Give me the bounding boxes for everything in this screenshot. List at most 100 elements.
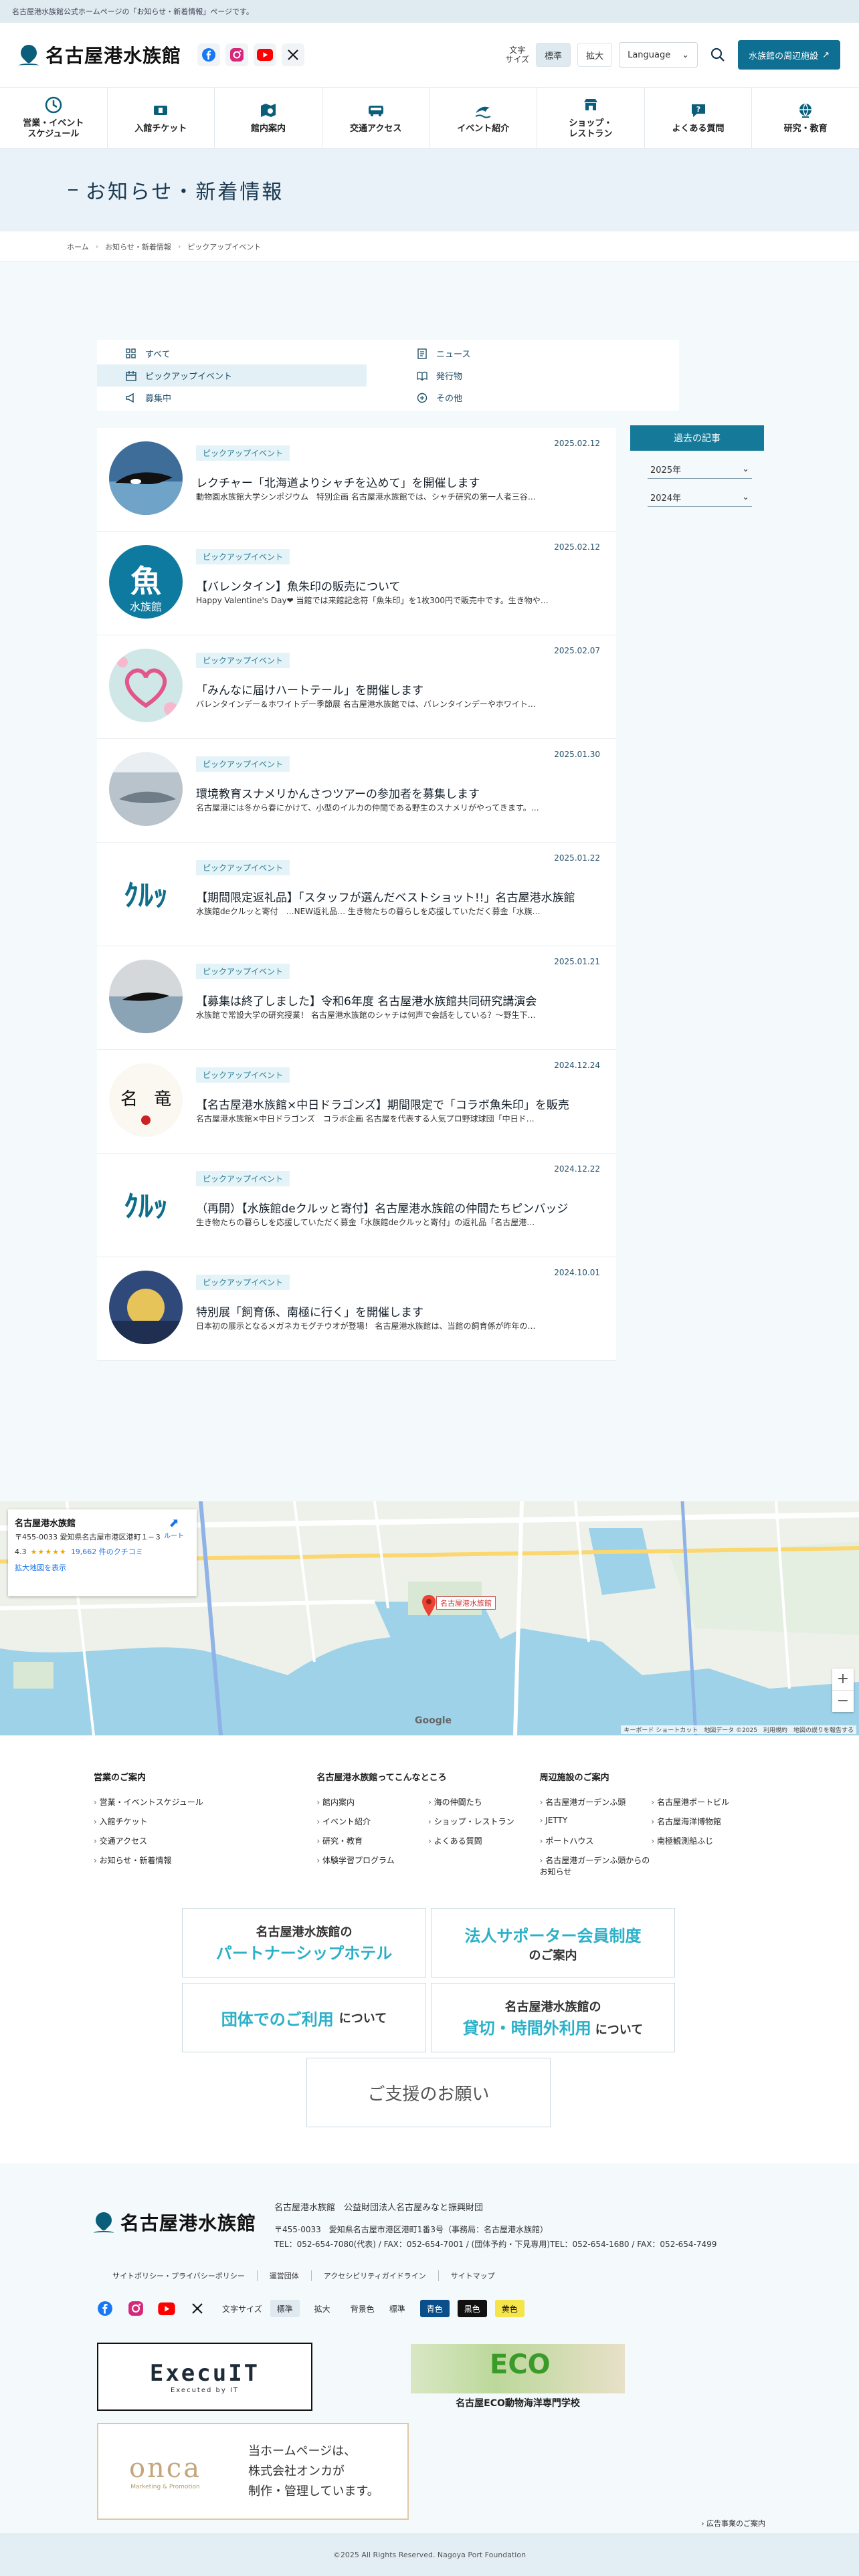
news-title[interactable]: 【名古屋港水族館×中日ドラゴンズ】期間限定で「コラボ魚朱印」を販売	[196, 1095, 600, 1112]
map-route-button[interactable]: ⬈ ルート	[161, 1516, 187, 1540]
font-large-button[interactable]: 拡大	[577, 43, 613, 67]
news-thumbnail[interactable]: 名竜	[109, 1063, 183, 1137]
zoom-in-button[interactable]: +	[832, 1669, 854, 1690]
gnav-item-shop[interactable]: ショップ・ レストラン	[537, 88, 645, 148]
news-thumbnail[interactable]	[109, 649, 183, 722]
font-standard-button[interactable]: 標準	[536, 43, 571, 67]
footer-link[interactable]: 研究・教育	[316, 1835, 428, 1846]
map-pin-icon[interactable]	[421, 1595, 436, 1619]
footer-link[interactable]: 体験学習プログラム	[316, 1854, 428, 1866]
site-logo[interactable]: 名古屋港水族館	[17, 41, 181, 68]
footer-link[interactable]: 名古屋港ガーデンふ頭	[540, 1796, 652, 1808]
footer-link[interactable]: よくある質問	[428, 1835, 540, 1846]
youtube-icon[interactable]	[155, 2297, 178, 2320]
gnav-item-research[interactable]: 研究・教育	[752, 88, 859, 148]
banner-group-use[interactable]: 団体でのご利用 について	[182, 1983, 426, 2052]
filter-all[interactable]: すべて	[97, 342, 388, 364]
news-thumbnail[interactable]	[109, 752, 183, 826]
operator-link[interactable]: 運営団体	[256, 2270, 311, 2281]
bg-black-button[interactable]: 黒色	[457, 2300, 487, 2317]
filter-pickup-event[interactable]: ピックアップイベント	[97, 364, 367, 387]
footer-link[interactable]: 海の仲間たち	[428, 1796, 540, 1808]
filter-other[interactable]: その他	[388, 387, 679, 409]
instagram-icon[interactable]	[124, 2297, 147, 2320]
sitemap-link[interactable]: サイトマップ	[438, 2270, 507, 2281]
news-title[interactable]: （再開）【水族館deクルッと寄付】名古屋港水族館の仲間たちピンバッジ	[196, 1199, 600, 1216]
map-enlarge-link[interactable]: 拡大地図を表示	[15, 1562, 190, 1573]
youtube-icon[interactable]	[254, 43, 277, 66]
search-button[interactable]	[704, 41, 731, 68]
news-card[interactable]: ｸﾙｯ ピックアップイベント 2025.01.22 【期間限定返礼品】「スタッフが選ん…	[97, 843, 616, 946]
privacy-policy-link[interactable]: サイトポリシー・プライバシーポリシー	[94, 2270, 257, 2281]
onca-credit[interactable]: onca Marketing & Promotion 当ホームページは、 株式会…	[97, 2423, 409, 2520]
footer-link[interactable]: 名古屋港ポートビル	[651, 1796, 763, 1808]
footer-link[interactable]: 名古屋海洋博物館	[651, 1816, 763, 1827]
news-card[interactable]: ｸﾙｯ ピックアップイベント 2024.12.22 （再開）【水族館deクルッと寄付】…	[97, 1154, 616, 1257]
filter-publications[interactable]: 発行物	[388, 364, 679, 387]
news-card[interactable]: ピックアップイベント 2025.02.07 「みんなに届けハートテール」を開催します…	[97, 635, 616, 739]
map-reviews-link[interactable]: 19,662 件のクチコミ	[71, 1546, 143, 1557]
footer-link[interactable]: ショップ・レストラン	[428, 1816, 540, 1827]
news-title[interactable]: 「みんなに届けハートテール」を開催します	[196, 681, 600, 697]
news-thumbnail[interactable]	[109, 960, 183, 1033]
map-embed[interactable]: 名古屋港水族館 〒455-0033 愛知県名古屋市港区港町１−３ 4.3 ★★★…	[0, 1501, 859, 1735]
footer-link[interactable]: 交通アクセス	[94, 1835, 316, 1846]
news-card[interactable]: 名竜ピックアップイベント 2024.12.24 【名古屋港水族館×中日ドラゴンズ】期…	[97, 1050, 616, 1154]
footer-logo[interactable]: 名古屋港水族館	[92, 2209, 256, 2236]
news-title[interactable]: 環境教育スナメリかんさつツアーの参加者を募集します	[196, 784, 600, 801]
gnav-item-access[interactable]: 交通アクセス	[322, 88, 430, 148]
x-icon[interactable]	[282, 43, 305, 66]
footer-link[interactable]: 館内案内	[316, 1796, 428, 1808]
bg-blue-button[interactable]: 青色	[419, 2300, 450, 2317]
gnav-item-ticket[interactable]: 入館チケット	[108, 88, 215, 148]
footer-link[interactable]: JETTY	[540, 1816, 652, 1827]
news-card[interactable]: ピックアップイベント 2025.01.30 環境教育スナメリかんさつツアーの参加者を…	[97, 739, 616, 843]
news-title[interactable]: レクチャー「北海道よりシャチを込めて」を開催します	[196, 473, 600, 490]
archive-year-2024[interactable]: 2024年 ⌄	[648, 488, 752, 507]
news-card[interactable]: 魚水族館 ピックアップイベント 2025.02.12 【バレンタイン】魚朱印の販売につ…	[97, 532, 616, 635]
x-icon[interactable]	[186, 2297, 209, 2320]
facebook-icon[interactable]	[94, 2297, 116, 2320]
footer-font-large-button[interactable]: 拡大	[308, 2300, 337, 2317]
bg-standard-button[interactable]: 標準	[383, 2300, 412, 2317]
ad-execuit[interactable]: ExecuIT Executed by IT	[97, 2343, 312, 2411]
archive-year-2025[interactable]: 2025年 ⌄	[648, 460, 752, 479]
news-card[interactable]: ピックアップイベント 2024.10.01 特別展「飼育係、南極に行く」を開催します…	[97, 1257, 616, 1361]
news-thumbnail[interactable]: 魚水族館	[109, 545, 183, 619]
footer-link[interactable]: 名古屋港ガーデンふ頭からのお知らせ	[540, 1854, 652, 1877]
news-thumbnail[interactable]	[109, 441, 183, 515]
gnav-item-faq[interactable]: ? よくある質問	[645, 88, 753, 148]
zoom-out-button[interactable]: −	[832, 1690, 854, 1712]
news-card[interactable]: ピックアップイベント 2025.02.12 レクチャー「北海道よりシャチを込めて」を…	[97, 428, 616, 532]
gnav-item-event[interactable]: イベント紹介	[430, 88, 538, 148]
nearby-facilities-button[interactable]: 水族館の周辺施設 ↗	[738, 40, 840, 70]
footer-font-standard-button[interactable]: 標準	[270, 2300, 300, 2317]
banner-partnership-hotel[interactable]: 名古屋港水族館の パートナーシップホテル	[182, 1908, 426, 1977]
news-thumbnail[interactable]: ｸﾙｯ	[109, 1167, 183, 1241]
breadcrumb-home[interactable]: ホーム	[67, 241, 89, 252]
footer-link[interactable]: ポートハウス	[540, 1835, 652, 1846]
ad-eco-school[interactable]: ECO 名古屋ECO動物海洋専門学校	[411, 2344, 625, 2411]
news-title[interactable]: 【期間限定返礼品】「スタッフが選んだベストショット!!」名古屋港水族館	[196, 888, 600, 905]
footer-link[interactable]: イベント紹介	[316, 1816, 428, 1827]
filter-news[interactable]: ニュース	[388, 342, 679, 364]
news-thumbnail[interactable]: ｸﾙｯ	[109, 856, 183, 930]
filter-recruiting[interactable]: 募集中	[97, 387, 388, 409]
banner-private-use[interactable]: 名古屋港水族館の 貸切・時間外利用 について	[431, 1983, 675, 2052]
language-select[interactable]: Language ⌄	[619, 42, 698, 68]
news-card[interactable]: ピックアップイベント 2025.01.21 【募集は終了しました】令和6年度 名古屋…	[97, 946, 616, 1050]
news-thumbnail[interactable]	[109, 1271, 183, 1344]
news-title[interactable]: 特別展「飼育係、南極に行く」を開催します	[196, 1303, 600, 1319]
banner-corporate-supporter[interactable]: 法人サポーター会員制度 のご案内	[431, 1908, 675, 1977]
footer-link[interactable]: 南極観測船ふじ	[651, 1835, 763, 1846]
bg-yellow-button[interactable]: 黄色	[494, 2300, 524, 2317]
news-title[interactable]: 【バレンタイン】魚朱印の販売について	[196, 577, 600, 594]
facebook-icon[interactable]	[197, 43, 221, 66]
breadcrumb-news[interactable]: お知らせ・新着情報	[105, 241, 171, 252]
accessibility-link[interactable]: アクセシビリティガイドライン	[310, 2270, 438, 2281]
footer-link[interactable]: 入館チケット	[94, 1816, 316, 1827]
instagram-icon[interactable]	[225, 43, 249, 66]
news-title[interactable]: 【募集は終了しました】令和6年度 名古屋港水族館共同研究講演会	[196, 992, 600, 1008]
footer-link[interactable]: 営業・イベントスケジュール	[94, 1796, 316, 1808]
footer-link[interactable]: お知らせ・新着情報	[94, 1854, 316, 1866]
